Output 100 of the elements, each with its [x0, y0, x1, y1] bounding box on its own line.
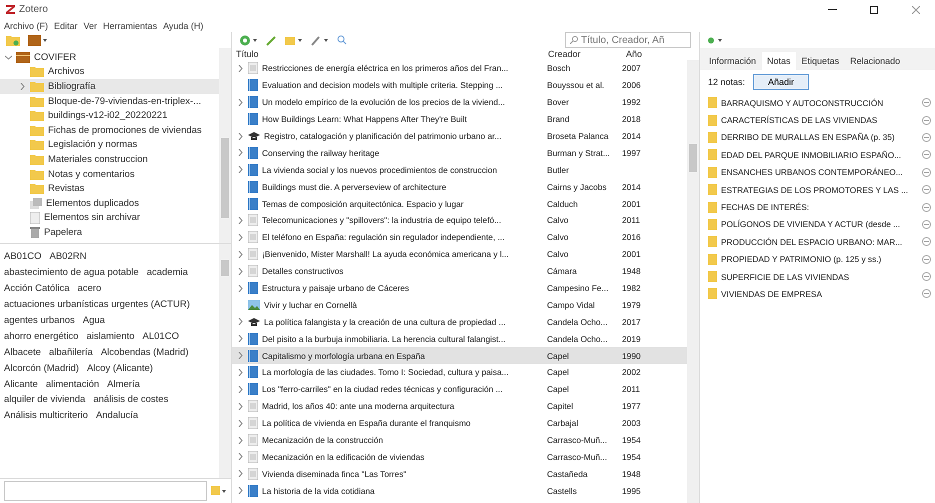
- tag[interactable]: alquiler de vivienda: [4, 394, 86, 406]
- menu-item[interactable]: Ayuda (H): [163, 20, 204, 30]
- search-icon[interactable]: [337, 35, 347, 45]
- remove-icon[interactable]: [922, 202, 931, 212]
- menu-item[interactable]: Editar: [54, 20, 78, 30]
- note-title[interactable]: SUPERFICIE DE LAS VIVIENDAS: [721, 272, 918, 282]
- library-icon[interactable]: [28, 34, 48, 46]
- note-title[interactable]: ENSANCHES URBANOS CONTEMPORÁNEO...: [721, 167, 918, 178]
- tag[interactable]: AB01CO: [4, 251, 42, 262]
- item-row[interactable]: Los "ferro-carriles" en la ciudad redes técnicas y configuración ... Capel 2011: [232, 380, 687, 398]
- item-row[interactable]: El teléfono en España: regulación sin regulador independiente, ... Calvo 2016: [232, 228, 687, 246]
- tag[interactable]: Albacete: [4, 346, 41, 358]
- item-row[interactable]: Telecomunicaciones y "spillovers": la industria de equipo telefó... Calvo 2011: [232, 212, 687, 229]
- note-title[interactable]: POLÍGONOS DE VIVIENDA Y ACTUR (desde ...: [721, 219, 918, 230]
- tag[interactable]: actuaciones urbanísticas urgentes (ACTUR): [4, 299, 190, 310]
- scrollbar[interactable]: [219, 244, 231, 478]
- scrollbar[interactable]: [219, 48, 231, 243]
- item-row[interactable]: La morfología de las ciudades. Tomo I: Sociedad, cultura y paisa... Capel 2002: [232, 364, 687, 381]
- item-row[interactable]: La vivienda social y los nuevos procedimientos de construccion Butler: [232, 161, 687, 178]
- item-row[interactable]: Mecanización en la edificación de viviendas Carrasco-Muñ... 1954: [232, 448, 687, 466]
- new-collection-icon[interactable]: [6, 34, 20, 46]
- item-row[interactable]: Conserving the railway heritage Burman y Strat... 1997: [232, 144, 687, 162]
- menu-item[interactable]: Herramientas: [103, 20, 158, 30]
- tag[interactable]: AB02RN: [50, 251, 86, 262]
- collection-item[interactable]: COVIFER: [0, 50, 219, 65]
- note-title[interactable]: EDAD DEL PARQUE INMOBILIARIO ESPAÑO...: [721, 150, 918, 160]
- item-row[interactable]: Un modelo empírico de la evolución de los precios de la viviend... Bover 1992: [232, 94, 687, 111]
- tag[interactable]: Agua: [82, 315, 105, 326]
- tag[interactable]: alimentación: [46, 378, 100, 390]
- menu-item[interactable]: Ver: [84, 20, 98, 30]
- tag[interactable]: ahorro energético: [4, 330, 78, 342]
- note-title[interactable]: ESTRATEGIAS DE LOS PROMOTORES Y LAS ...: [721, 184, 918, 195]
- menu-item[interactable]: Archivo (F): [4, 20, 48, 30]
- search-field[interactable]: Título, Creador, Añ: [565, 32, 691, 48]
- item-row[interactable]: Buildings must die. A perverseview of architecture Cairns y Jacobs 2014: [232, 178, 687, 196]
- item-row[interactable]: Del pisito a la burbuja inmobiliaria. La herencia cultural falangist... Candela Ocho... 2019: [232, 330, 687, 348]
- add-button[interactable]: Añadir: [753, 74, 810, 90]
- column-header[interactable]: Creador: [544, 49, 622, 59]
- attachment-icon[interactable]: [285, 34, 303, 46]
- note-title[interactable]: PRODUCCIÓN DEL ESPACIO URBANO: MAR...: [721, 236, 918, 247]
- note-title[interactable]: BARRAQUISMO Y AUTOCONSTRUCCIÓN: [721, 98, 918, 108]
- tag[interactable]: agentes urbanos: [4, 315, 75, 326]
- item-row[interactable]: La política de vivienda en España durante el franquismo Carbajal 2003: [232, 414, 687, 432]
- remove-icon[interactable]: [922, 289, 931, 298]
- tag[interactable]: Alcoy (Alicante): [86, 362, 153, 374]
- remove-icon[interactable]: [922, 98, 931, 108]
- note-title[interactable]: CARACTERÍSTICAS DE LAS VIVIENDAS: [721, 115, 918, 126]
- remove-icon[interactable]: [922, 150, 931, 160]
- item-row[interactable]: Restricciones de energía eléctrica en los primeros años del Fran... Bosch 2007: [232, 60, 687, 77]
- tag[interactable]: Análisis multicriterio: [4, 410, 88, 422]
- collection-item[interactable]: Bloque-de-79-viviendas-en-triplex-...: [0, 94, 219, 108]
- tab[interactable]: Relacionado: [845, 52, 906, 70]
- tag[interactable]: análisis de costes: [93, 394, 168, 406]
- collection-item[interactable]: buildings-v12-i02_20220221: [0, 108, 219, 123]
- collection-item[interactable]: Fichas de promociones de viviendas: [0, 122, 219, 138]
- tag[interactable]: abastecimiento de agua potable: [4, 267, 139, 278]
- tag[interactable]: albañilería: [48, 346, 93, 358]
- tab[interactable]: Etiquetas: [796, 52, 844, 70]
- collection-item[interactable]: Elementos sin archivar: [0, 210, 219, 226]
- note-title[interactable]: DERRIBO DE MURALLAS EN ESPAÑA (p. 35): [721, 132, 918, 142]
- remove-icon[interactable]: [922, 254, 931, 264]
- item-row[interactable]: Registro, catalogación y planificación del patrimonio urbano ar... Broseta Palanca 2014: [232, 128, 687, 144]
- note-title[interactable]: VIVIENDAS DE EMPRESA: [721, 288, 918, 299]
- tag[interactable]: academia: [146, 267, 188, 278]
- item-row[interactable]: How Buildings Learn: What Happens After They're Built Brand 2018: [232, 110, 687, 128]
- item-row[interactable]: Temas de composición arquitectónica. Espacio y lugar Calduch 2001: [232, 195, 687, 212]
- tag[interactable]: Alicante: [4, 378, 38, 390]
- collection-item[interactable]: Elementos duplicados: [0, 196, 219, 211]
- tag-menu-icon[interactable]: [211, 486, 227, 496]
- tag[interactable]: Acción Católica: [4, 283, 70, 294]
- collection-item[interactable]: Bibliografía: [0, 79, 219, 94]
- note-title[interactable]: FECHAS DE INTERÉS:: [721, 202, 918, 212]
- tag[interactable]: acero: [77, 283, 102, 294]
- note-title[interactable]: PROPIEDAD Y PATRIMONIO (p. 125 y ss.): [721, 254, 918, 264]
- collection-item[interactable]: Notas y comentarios: [0, 166, 219, 182]
- item-row[interactable]: Mecanización de la construcción Carrasco-Muñ... 1954: [232, 432, 687, 448]
- tag[interactable]: Alcobendas (Madrid): [100, 346, 188, 358]
- item-row[interactable]: Vivir y luchar en Cornellà Campo Vidal 1979: [232, 296, 687, 314]
- tag-filter-field[interactable]: [4, 481, 207, 501]
- item-row[interactable]: La política falangista y la creación de una cultura de propiedad ... Candela Ocho... 2017: [232, 313, 687, 330]
- remove-icon[interactable]: [922, 272, 931, 282]
- remove-icon[interactable]: [922, 220, 931, 229]
- item-row[interactable]: Detalles constructivos Cámara 1948: [232, 262, 687, 280]
- item-row[interactable]: La historia de la vida cotidiana Castells 1995: [232, 482, 687, 500]
- scrollbar[interactable]: [687, 60, 699, 503]
- tag[interactable]: Andalucía: [96, 410, 138, 422]
- remove-icon[interactable]: [922, 168, 931, 177]
- item-row[interactable]: ¡Bienvenido, Mister Marshall! La ayuda económica americana y l... Calvo 2001: [232, 246, 687, 263]
- column-header[interactable]: Título: [232, 49, 544, 59]
- tab[interactable]: Información: [704, 52, 762, 70]
- remove-icon[interactable]: [922, 185, 931, 194]
- collection-item[interactable]: Legislación y normas: [0, 138, 219, 152]
- item-row[interactable]: Capitalismo y morfología urbana en España Capel 1990: [232, 347, 687, 364]
- remove-icon[interactable]: [922, 132, 931, 142]
- remove-icon[interactable]: [922, 237, 931, 246]
- tab[interactable]: Notas: [762, 52, 796, 70]
- tag[interactable]: aislamiento: [86, 330, 135, 342]
- item-row[interactable]: Estructura y paisaje urbano de Cáceres Campesino Fe... 1982: [232, 280, 687, 296]
- column-header[interactable]: Año: [622, 49, 658, 59]
- collection-item[interactable]: Materiales construccion: [0, 152, 219, 167]
